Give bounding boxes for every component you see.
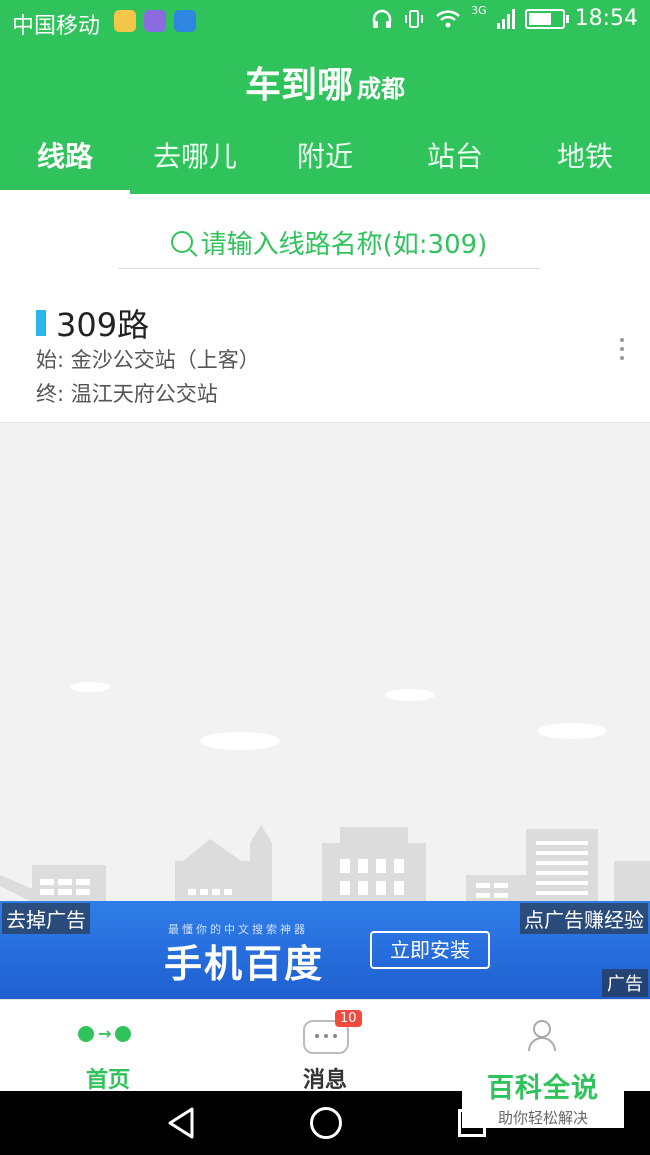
nav-messages[interactable]: 10 消息 bbox=[217, 1000, 433, 1093]
carrier-name: 中国移动 bbox=[12, 14, 101, 39]
title-wrap: 车到哪 成都 bbox=[0, 56, 650, 108]
route-card[interactable]: 309路 始: 金沙公交站（上客） 终: 温江天府公交站 bbox=[0, 276, 650, 423]
tab-where-to[interactable]: 去哪儿 bbox=[130, 132, 260, 192]
tab-stations[interactable]: 站台 bbox=[390, 132, 520, 192]
tab-metro[interactable]: 地铁 bbox=[520, 132, 650, 192]
more-options-icon[interactable] bbox=[620, 338, 626, 360]
route-name: 309路 bbox=[56, 306, 150, 344]
route-title: 309路 bbox=[36, 300, 149, 346]
back-icon[interactable] bbox=[166, 1107, 196, 1139]
nav-home-label: 首页 bbox=[85, 1068, 130, 1093]
status-right: 3G 18:54 bbox=[371, 4, 638, 31]
remove-ad-button[interactable]: 去掉广告 bbox=[2, 903, 90, 934]
tab-nearby[interactable]: 附近 bbox=[260, 132, 390, 192]
search-placeholder: 请输入线路名称(如:309) bbox=[200, 229, 488, 260]
route-end-station: 终: 温江天府公交站 bbox=[36, 382, 218, 406]
clock: 18:54 bbox=[574, 6, 638, 31]
headphones-icon bbox=[372, 9, 392, 28]
empty-city-illustration bbox=[0, 423, 650, 901]
wifi-icon bbox=[436, 9, 460, 27]
ad-banner[interactable]: 去掉广告 点广告赚经验 最懂你的中文搜索神器 手机百度 立即安装 广告 bbox=[0, 901, 650, 999]
home-circle-icon[interactable] bbox=[310, 1107, 342, 1139]
battery-icon bbox=[524, 8, 569, 29]
earn-xp-button[interactable]: 点广告赚经验 bbox=[520, 903, 648, 934]
nav-messages-label: 消息 bbox=[302, 1068, 347, 1093]
route-accent-bar bbox=[36, 310, 46, 336]
ad-label: 广告 bbox=[602, 969, 648, 997]
app-title: 车到哪 bbox=[244, 65, 353, 106]
ad-title: 手机百度 bbox=[164, 942, 325, 986]
home-route-icon: → bbox=[78, 1024, 132, 1043]
vibrate-icon bbox=[405, 9, 424, 28]
route-start-station: 始: 金沙公交站（上客） bbox=[36, 348, 260, 372]
app-notification-icon-2 bbox=[144, 10, 166, 32]
app-notification-icon-3 bbox=[174, 10, 196, 32]
tab-bar: 线路 去哪儿 附近 站台 地铁 bbox=[0, 132, 650, 196]
watermark-title: 百科全说 bbox=[487, 1073, 599, 1104]
install-button[interactable]: 立即安装 bbox=[370, 931, 490, 969]
status-bar: 中国移动 3G 18:54 bbox=[0, 0, 650, 44]
search-input[interactable]: 请输入线路名称(如:309) bbox=[118, 216, 540, 269]
notification-icons bbox=[114, 10, 196, 32]
app-header: 车到哪 成都 线路 去哪儿 附近 站台 地铁 bbox=[0, 44, 650, 196]
city-selector[interactable]: 成都 bbox=[357, 75, 405, 103]
network-type: 3G bbox=[471, 4, 487, 17]
message-badge: 10 bbox=[335, 1010, 362, 1027]
search-icon bbox=[170, 231, 193, 253]
tab-routes[interactable]: 线路 bbox=[0, 132, 130, 196]
nav-home[interactable]: → 首页 bbox=[0, 1000, 216, 1093]
watermark-subtitle: 助你轻松解决 bbox=[497, 1109, 588, 1127]
watermark: 百科全说 助你轻松解决 bbox=[462, 1062, 624, 1128]
signal-icon bbox=[496, 8, 515, 29]
user-icon bbox=[528, 1020, 556, 1052]
app-notification-icon-1 bbox=[114, 10, 136, 32]
search-area: 请输入线路名称(如:309) bbox=[0, 194, 650, 276]
